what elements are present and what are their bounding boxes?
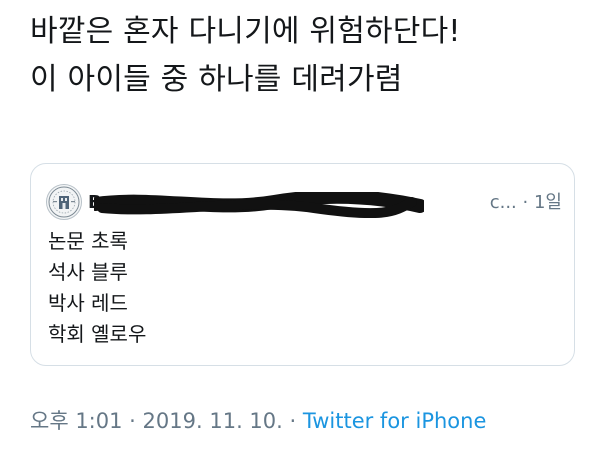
tweet-time[interactable]: 오후 1:01 (30, 409, 122, 433)
quoted-line: 학회 옐로우 (48, 322, 147, 346)
quoted-time-ago[interactable]: 1일 (534, 192, 562, 213)
tweet-text-line-1: 바깥은 혼자 다니기에 위험하단다! (30, 14, 461, 49)
quoted-author-handle-suffix: c... (489, 192, 517, 213)
quoted-line: 석사 블루 (48, 260, 128, 284)
quoted-tweet-card[interactable]: B c... · 1일 논문 초록 석사 블루 박사 레드 학회 옐로우 (30, 163, 575, 366)
footer-separator: · (289, 409, 297, 433)
quoted-author-name-prefix: B (88, 192, 102, 213)
quoted-tweet-header: B c... · 1일 (46, 184, 566, 222)
quoted-line: 박사 레드 (48, 291, 128, 315)
redaction-scribble (94, 192, 424, 218)
quoted-author[interactable]: B (88, 192, 102, 214)
university-seal-icon (48, 186, 80, 218)
tweet-footer: 오후 1:01 · 2019. 11. 10. · Twitter for iP… (30, 407, 486, 435)
footer-separator: · (129, 409, 136, 433)
quoted-tweet-body: 논문 초록 석사 블루 박사 레드 학회 옐로우 (48, 226, 146, 350)
tweet-source-link[interactable]: Twitter for iPhone (303, 409, 487, 433)
quoted-line: 논문 초록 (48, 229, 128, 253)
tweet-text: 바깥은 혼자 다니기에 위험하단다! 이 아이들 중 하나를 데려가렴 (30, 8, 461, 104)
meta-separator: · (522, 192, 529, 213)
quoted-meta: c... · 1일 (490, 192, 562, 214)
tweet-date[interactable]: 2019. 11. 10. (143, 409, 283, 433)
author-avatar[interactable] (46, 184, 82, 220)
tweet-text-line-2: 이 아이들 중 하나를 데려가렴 (30, 62, 403, 97)
